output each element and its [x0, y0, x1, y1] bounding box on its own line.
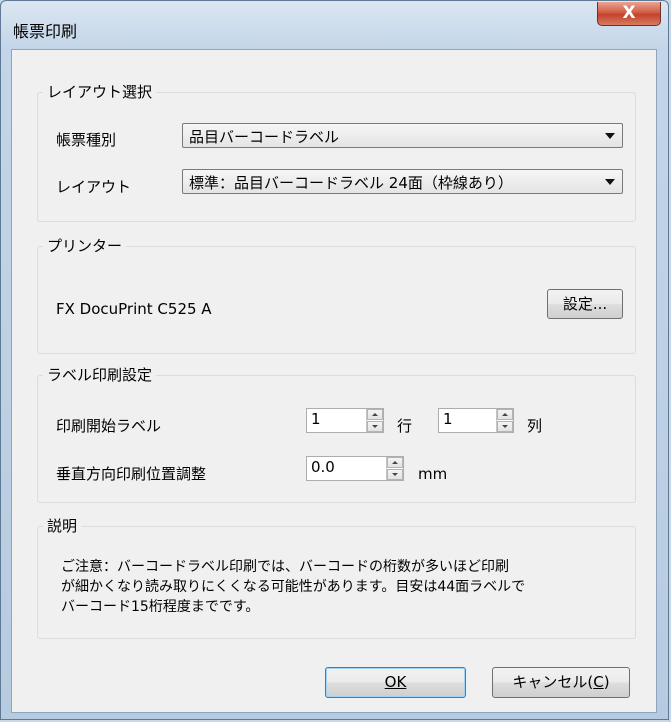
- layout-selection-legend: レイアウト選択: [43, 81, 157, 102]
- start-label-label: 印刷開始ラベル: [56, 417, 162, 435]
- vertical-adjust-unit: mm: [418, 465, 448, 483]
- ok-button[interactable]: OK: [325, 667, 466, 698]
- column-spin-buttons: [496, 409, 513, 432]
- row-increment-button[interactable]: [367, 409, 383, 420]
- description-group: 説明 ご注意：バーコードラベル印刷では、バーコードの桁数が多いほど印刷 が細かく…: [37, 515, 636, 639]
- form-type-select[interactable]: 品目バーコードラベル: [182, 123, 623, 148]
- vertical-adjust-stepper[interactable]: 0.0: [306, 456, 404, 481]
- label-print-settings-legend: ラベル印刷設定: [43, 364, 157, 385]
- layout-selection-group: レイアウト選択 帳票種別 品目バーコードラベル レイアウト 標準：品目バーコード…: [37, 81, 636, 222]
- dialog-body: レイアウト選択 帳票種別 品目バーコードラベル レイアウト 標準：品目バーコード…: [11, 49, 657, 713]
- cancel-accelerator: C: [593, 673, 604, 691]
- row-spin-buttons: [366, 409, 383, 432]
- column-decrement-button[interactable]: [497, 421, 513, 432]
- chevron-down-icon: [605, 133, 615, 139]
- column-unit-label: 列: [527, 417, 543, 435]
- vertical-adjust-spin-buttons: [386, 457, 403, 480]
- vertical-adjust-label: 垂直方向印刷位置調整: [56, 465, 207, 483]
- layout-value: 標準：品目バーコードラベル 24面（枠線あり）: [189, 174, 513, 192]
- row-unit-label: 行: [397, 417, 413, 435]
- vertical-adjust-decrement-button[interactable]: [387, 469, 403, 480]
- cancel-button[interactable]: キャンセル(C): [492, 667, 630, 698]
- form-type-label: 帳票種別: [56, 131, 117, 149]
- column-increment-button[interactable]: [497, 409, 513, 420]
- start-row-value: 1: [311, 410, 321, 428]
- vertical-adjust-increment-button[interactable]: [387, 457, 403, 468]
- cancel-label: キャンセル(: [512, 673, 594, 691]
- ok-button-label: OK: [384, 673, 407, 691]
- close-icon: X: [622, 3, 636, 23]
- printer-legend: プリンター: [43, 235, 127, 256]
- cancel-label-tail: ): [603, 673, 610, 691]
- dialog-title: 帳票印刷: [13, 22, 78, 41]
- layout-select[interactable]: 標準：品目バーコードラベル 24面（枠線あり）: [182, 169, 623, 194]
- title-bar[interactable]: 帳票印刷 X: [1, 1, 668, 51]
- close-button[interactable]: X: [597, 2, 661, 26]
- description-text: ご注意：バーコードラベル印刷では、バーコードの桁数が多いほど印刷 が細かくなり読…: [61, 557, 621, 617]
- description-line: ご注意：バーコードラベル印刷では、バーコードの桁数が多いほど印刷: [61, 559, 509, 575]
- label-print-settings-group: ラベル印刷設定 印刷開始ラベル 1 行 1 列 垂直方向印刷位置調整 0.0 m…: [37, 364, 636, 503]
- printer-group: プリンター FX DocuPrint C525 A 設定...: [37, 235, 636, 354]
- description-line: バーコード15桁程度までです。: [61, 599, 260, 615]
- chevron-down-icon: [605, 179, 615, 185]
- vertical-adjust-value: 0.0: [311, 458, 335, 476]
- start-column-value: 1: [443, 410, 453, 428]
- row-decrement-button[interactable]: [367, 421, 383, 432]
- description-legend: 説明: [43, 515, 82, 536]
- print-dialog: 帳票印刷 X レイアウト選択 帳票種別 品目バーコードラベル レイアウト 標準：…: [0, 0, 669, 720]
- layout-label: レイアウト: [56, 178, 132, 196]
- form-type-value: 品目バーコードラベル: [189, 128, 340, 146]
- printer-settings-button[interactable]: 設定...: [547, 289, 623, 319]
- printer-name: FX DocuPrint C525 A: [56, 300, 212, 318]
- start-column-stepper[interactable]: 1: [438, 408, 514, 433]
- description-line: が細かくなり読み取りにくくなる可能性があります。目安は44面ラベルで: [61, 579, 526, 595]
- start-row-stepper[interactable]: 1: [306, 408, 384, 433]
